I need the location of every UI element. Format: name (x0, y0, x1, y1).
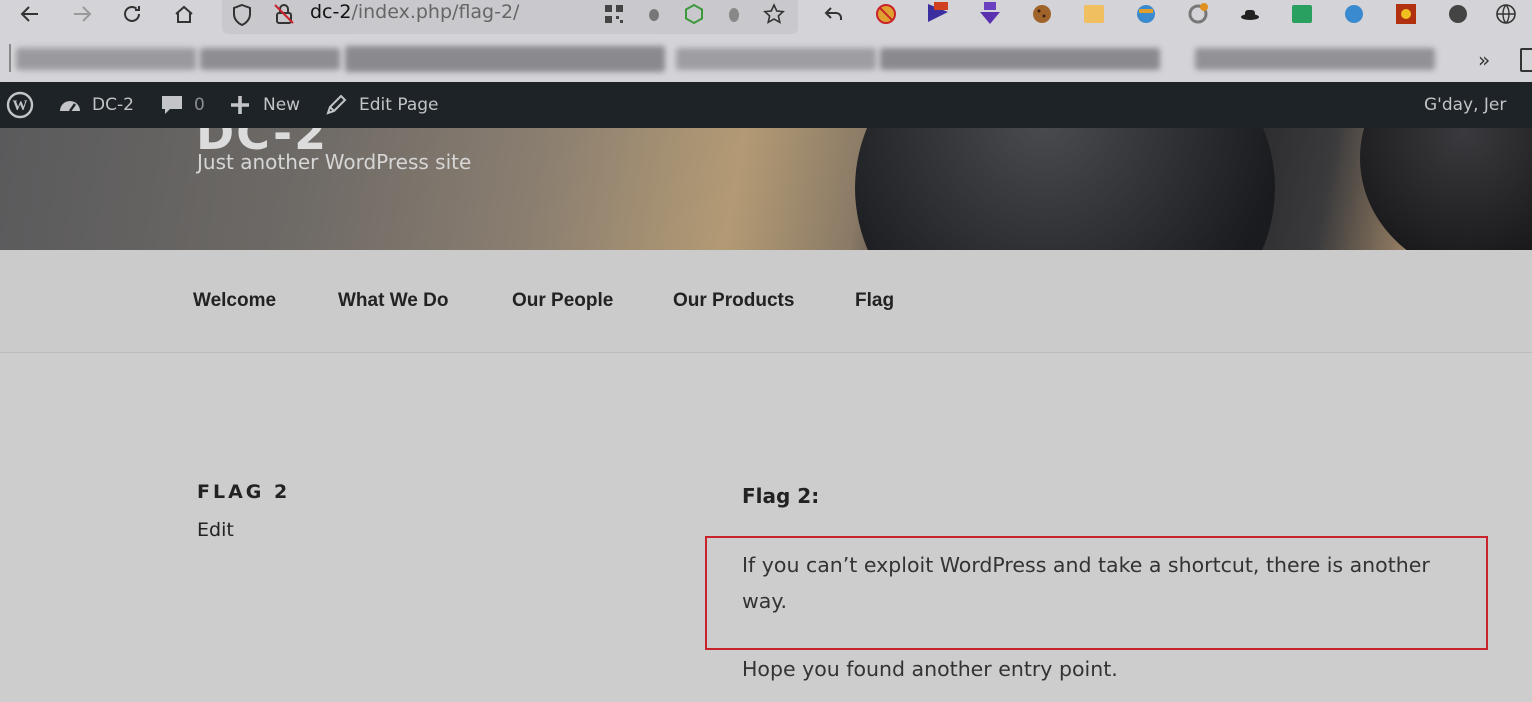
other-bookmarks-icon[interactable] (1520, 48, 1532, 72)
url-text: dc-2/index.php/flag-2/ (310, 1, 519, 23)
content-heading: Flag 2: (742, 484, 820, 508)
cookie-icon[interactable] (1030, 2, 1054, 26)
home-icon (175, 5, 193, 23)
back-arrow-icon (20, 6, 38, 22)
new-label: New (263, 95, 301, 115)
ip-extension-icon[interactable] (1082, 2, 1106, 26)
admin-comments[interactable]: 0 (160, 82, 205, 128)
blurred-bookmark[interactable] (16, 48, 196, 70)
page-title: FLAG 2 (197, 481, 291, 503)
undo-extension-icon[interactable] (822, 2, 846, 26)
site-name-text: DC-2 (92, 95, 134, 115)
nodejs-icon[interactable] (682, 2, 706, 26)
header-image-ball (1360, 128, 1532, 250)
counter-extension-icon[interactable] (1186, 2, 1210, 26)
blurred-bookmark[interactable] (880, 48, 1160, 70)
ts-extension-icon[interactable] (978, 2, 1002, 26)
site-header: DC-2 Just another WordPress site (0, 128, 1532, 250)
plus-icon (231, 96, 249, 114)
wp-admin-bar: W DC-2 0 New Edit Page G'day, Jer (0, 82, 1532, 128)
content-paragraph: Hope you found another entry point. (742, 657, 1118, 681)
insecure-lock-icon (274, 4, 294, 24)
url-host: dc-2 (310, 1, 352, 23)
code-extension-icon[interactable] (1290, 2, 1314, 26)
wp-logo-icon[interactable]: W (6, 82, 34, 128)
blurred-bookmark[interactable] (1195, 48, 1435, 70)
bookmarks-overflow-icon[interactable]: » (1478, 48, 1490, 72)
menu-item-our-people[interactable]: Our People (512, 290, 613, 312)
browser-toolbar: dc-2/index.php/flag-2/ (0, 0, 1532, 40)
back-button[interactable] (16, 2, 44, 26)
bookmark-star-icon[interactable] (762, 2, 786, 26)
pencil-icon (326, 94, 347, 115)
admin-site-name[interactable]: DC-2 (58, 82, 134, 128)
primary-menu: Welcome What We Do Our People Our Produc… (0, 250, 1532, 353)
gear-extension-icon[interactable] (1394, 2, 1418, 26)
forward-arrow-icon (74, 6, 92, 22)
blurred-bookmark[interactable] (345, 46, 665, 72)
globe-icon[interactable] (1494, 2, 1518, 26)
address-bar[interactable]: dc-2/index.php/flag-2/ (222, 0, 798, 34)
reload-button[interactable] (118, 2, 146, 26)
menu-item-our-products[interactable]: Our Products (673, 290, 794, 312)
admin-edit-page[interactable]: Edit Page (325, 82, 438, 128)
blurred-bookmark[interactable] (676, 48, 876, 70)
comment-bubble-icon (162, 96, 182, 114)
edit-link[interactable]: Edit (197, 519, 234, 541)
qr-code-icon[interactable] (602, 2, 626, 26)
bug-extension-icon[interactable] (642, 2, 666, 26)
blocker-extension-icon[interactable] (874, 2, 898, 26)
bookmarks-bar: » (0, 40, 1532, 82)
site-tagline: Just another WordPress site (197, 150, 472, 174)
edit-page-label: Edit Page (359, 95, 439, 115)
hat-extension-icon[interactable] (1238, 2, 1262, 26)
home-button[interactable] (170, 2, 198, 26)
menu-item-welcome[interactable]: Welcome (193, 290, 276, 312)
highlight-box (705, 536, 1488, 650)
comments-count: 0 (194, 95, 205, 115)
flag-extension-icon[interactable] (926, 2, 950, 26)
blurred-bookmark[interactable] (200, 48, 340, 70)
dashboard-gauge-icon (60, 101, 80, 112)
palette-extension-icon[interactable] (1446, 2, 1470, 26)
forward-button[interactable] (68, 2, 96, 26)
admin-account-greeting[interactable]: G'day, Jer (1424, 82, 1506, 128)
bookmarks-divider (9, 44, 11, 72)
spiral-extension-icon[interactable] (1342, 2, 1366, 26)
globe-color-icon[interactable] (1134, 2, 1158, 26)
reload-icon (124, 5, 140, 22)
shield-icon (233, 3, 251, 27)
url-path: /index.php/flag-2/ (351, 1, 520, 23)
debug-icon[interactable] (722, 2, 746, 26)
menu-item-what-we-do[interactable]: What We Do (338, 290, 448, 312)
menu-item-flag[interactable]: Flag (855, 290, 894, 312)
svg-text:W: W (13, 98, 28, 114)
header-image-ball (855, 128, 1275, 250)
admin-new-content[interactable]: New (229, 82, 300, 128)
